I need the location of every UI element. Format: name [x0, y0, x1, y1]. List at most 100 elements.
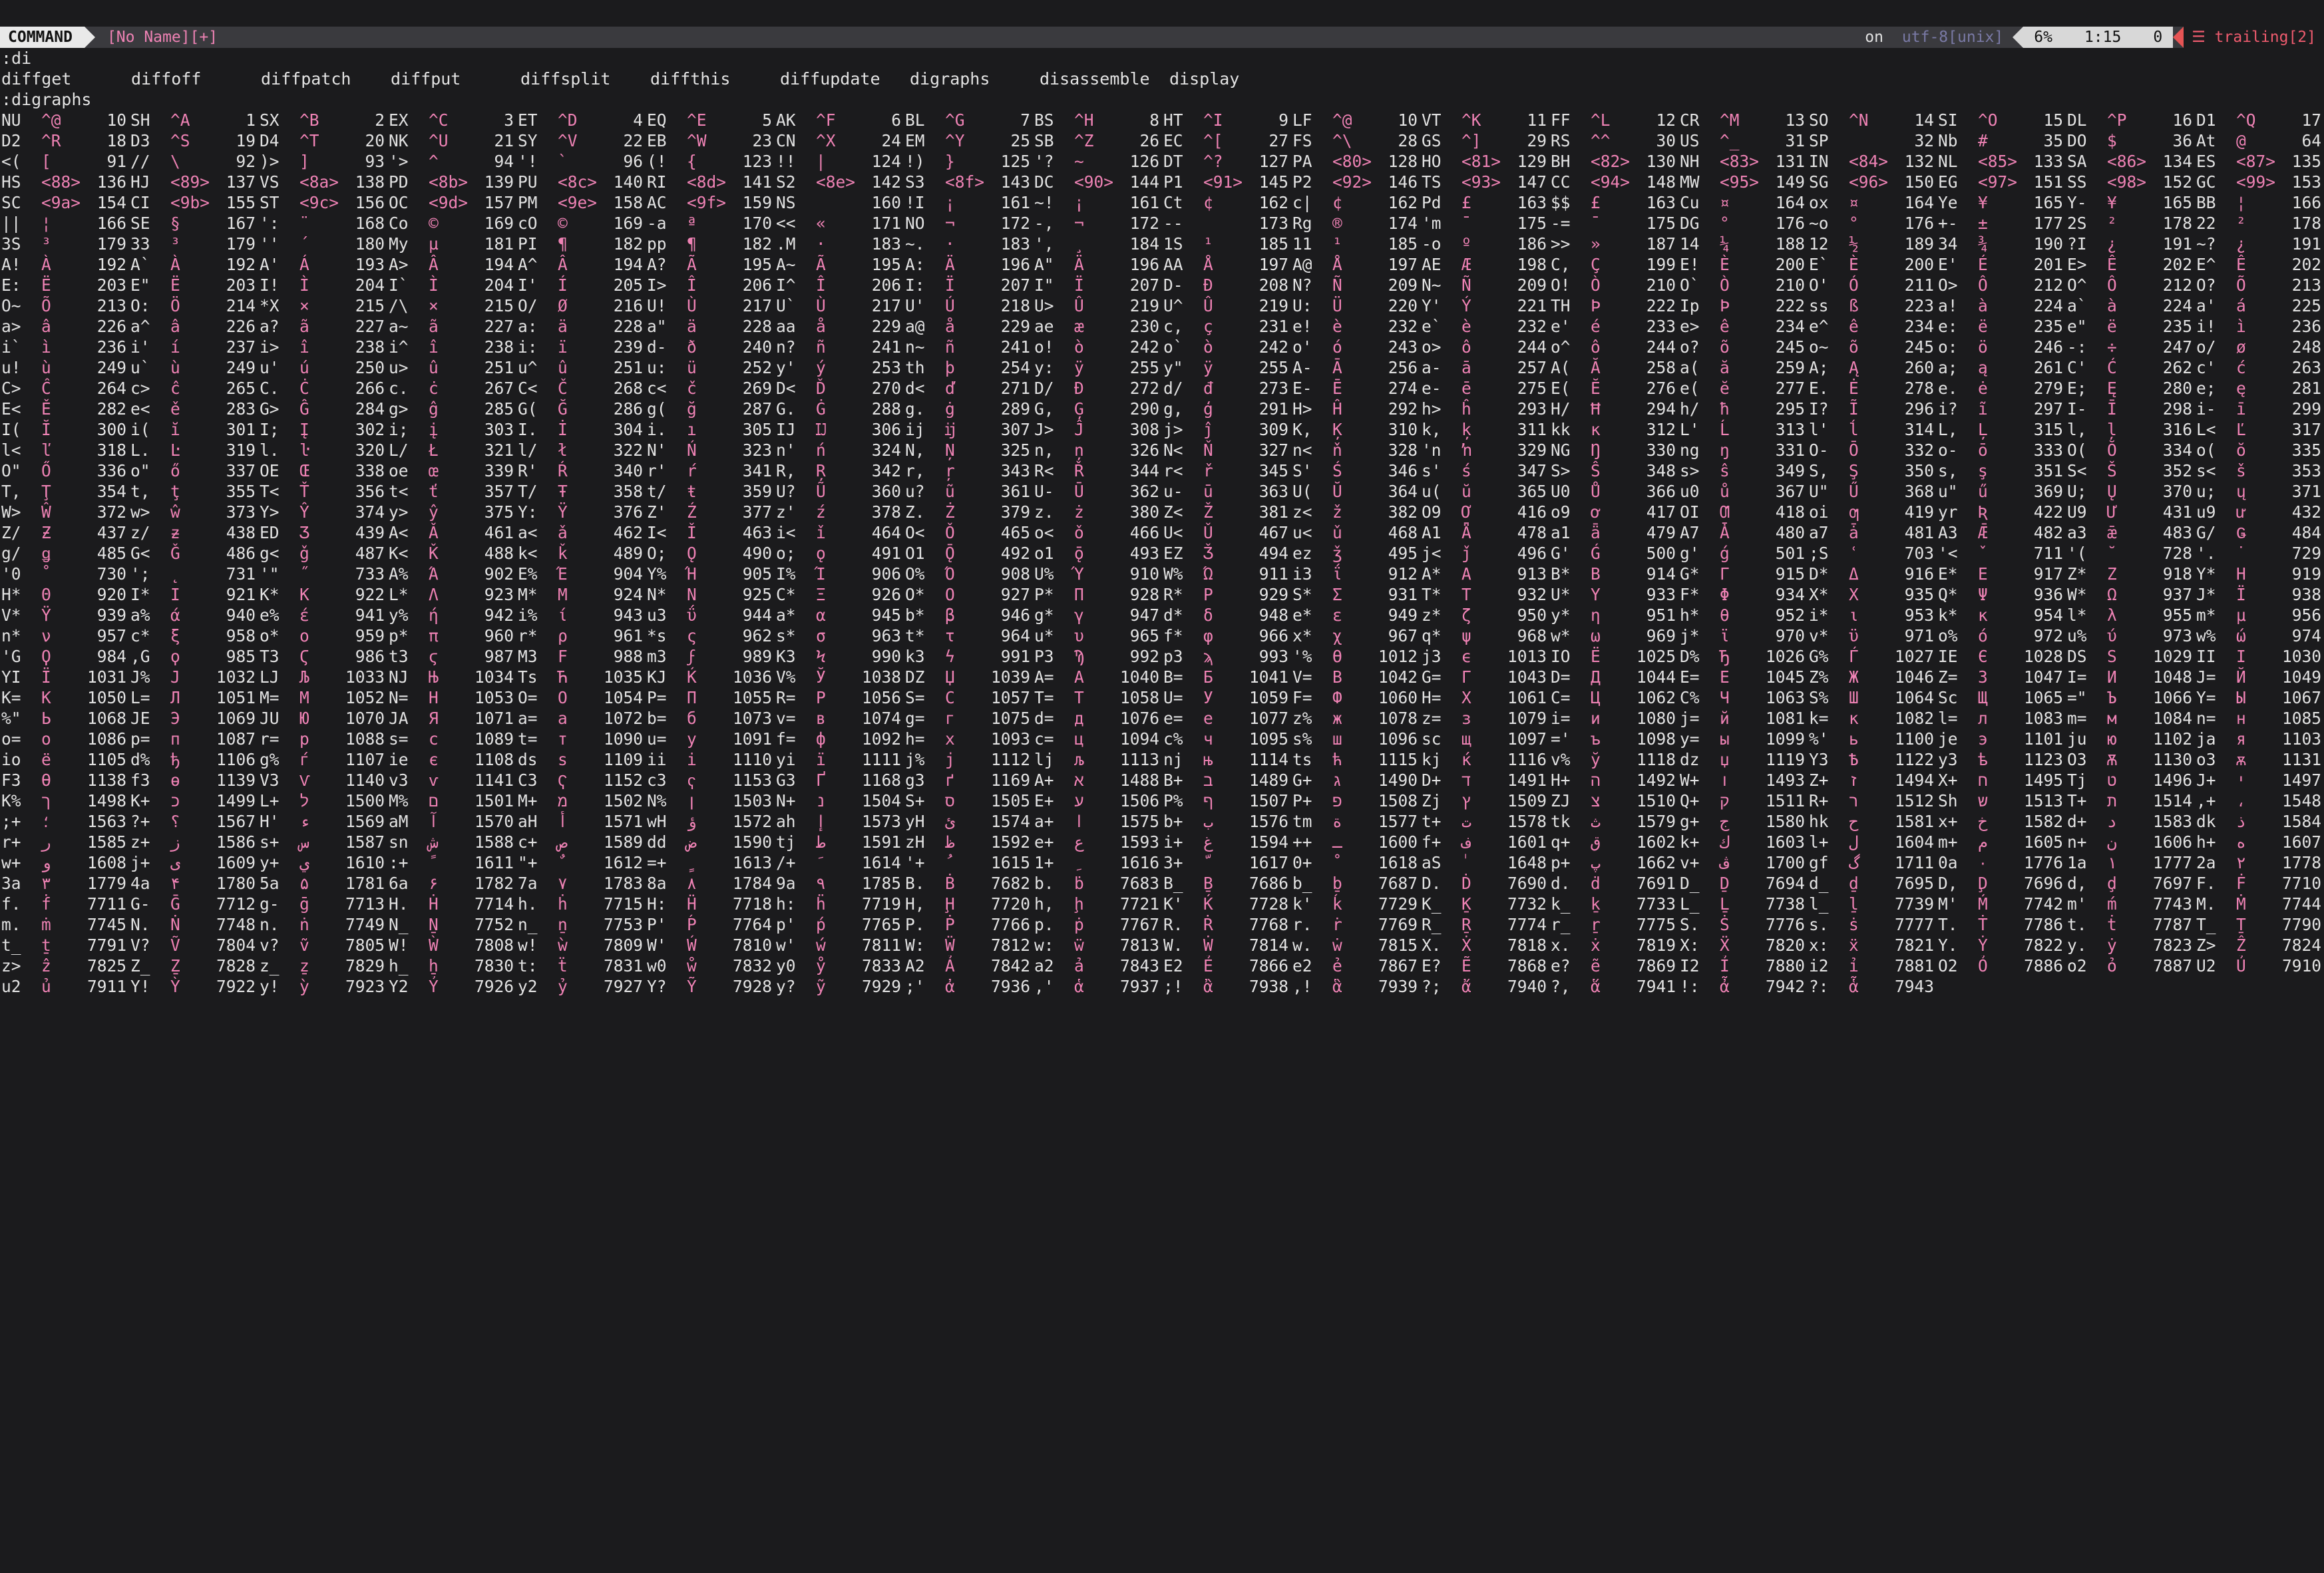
- completion-item[interactable]: diffget: [1, 69, 131, 89]
- digraph-keys: DS: [2067, 647, 2087, 666]
- digraph-entry: je э 1101: [1938, 729, 2067, 749]
- digraph-keys: i2: [1809, 956, 1829, 975]
- digraph-char: Ṯ: [2236, 915, 2246, 934]
- digraph-keys: u': [260, 358, 280, 377]
- digraph-char: ُ: [945, 852, 982, 873]
- digraph-entry: K* Κ 922: [260, 584, 389, 605]
- digraph-keys: ae: [1034, 317, 1054, 336]
- digraph-keys: H/: [1551, 399, 1571, 419]
- digraph-entry: K, Ķ 310: [1292, 419, 1422, 440]
- digraph-char: п: [170, 729, 180, 749]
- digraph-char: Ļ: [1978, 420, 1988, 439]
- digraph-keys: n*: [1, 626, 21, 645]
- digraph-code: 1089: [474, 729, 514, 749]
- digraph-char: Ŗ: [816, 461, 826, 480]
- digraph-entry: a2 ả 7843: [1034, 956, 1163, 976]
- digraph-code: 321: [484, 440, 514, 460]
- digraph-code: 988: [613, 647, 643, 666]
- digraph-char: غ: [1203, 832, 1213, 852]
- digraph-char: <9e>: [558, 193, 598, 212]
- digraph-code: 343: [1000, 461, 1030, 480]
- digraph-entry: V? Ṽ 7804: [130, 935, 260, 956]
- digraph-char: ἃ: [1332, 977, 1342, 996]
- digraph-code: 286: [613, 399, 643, 419]
- digraph-char: š: [2236, 461, 2246, 480]
- completion-item[interactable]: diffsplit: [520, 69, 650, 89]
- digraph-entry: -o º 186: [1422, 234, 1551, 254]
- digraph-char: ĵ: [1203, 420, 1213, 439]
- digraph-char: Ǭ: [945, 544, 955, 563]
- digraph-code: 126: [1129, 152, 1159, 171]
- completion-item[interactable]: disassemble: [1040, 69, 1169, 89]
- digraph-char: Ѓ: [1849, 647, 1859, 666]
- digraph-entry: f= ф 1092: [776, 729, 905, 749]
- digraph-keys: i;: [389, 420, 409, 439]
- digraph-keys: N': [647, 440, 667, 460]
- completion-item[interactable]: diffthis: [650, 69, 780, 89]
- digraph-entry: g% ѓ 1107: [260, 749, 389, 770]
- digraph-char: ý: [816, 358, 826, 377]
- digraph-code: 912: [1388, 564, 1418, 584]
- digraph-keys: O1: [905, 544, 925, 563]
- digraph-code: 1570: [474, 812, 514, 831]
- command-line[interactable]: :di: [0, 48, 2324, 69]
- digraph-keys: MW: [1680, 172, 1700, 192]
- digraph-char: ĩ: [1978, 399, 1988, 419]
- digraph-entry: C, Ç 199: [1551, 254, 1680, 275]
- completion-item[interactable]: diffoff: [131, 69, 261, 89]
- digraph-char: Ã: [687, 255, 697, 274]
- digraph-entry: c+ ص 1589: [518, 832, 647, 852]
- digraph-entry: B_ Ḇ 7686: [1163, 873, 1292, 894]
- digraph-char: Þ: [1591, 296, 1601, 315]
- digraph-char: <90>: [1074, 172, 1114, 192]
- digraph-char: Ā: [1332, 358, 1342, 377]
- digraph-code: 7833: [861, 956, 901, 975]
- digraph-code: 238: [355, 337, 385, 357]
- digraph-code: 492: [1000, 544, 1030, 563]
- digraph-entry: aH أ 1571: [518, 811, 647, 832]
- digraph-entry: O! Ò 210: [1551, 275, 1680, 295]
- digraph-code: 169: [484, 214, 514, 233]
- digraph-keys: CN: [776, 131, 796, 150]
- digraph-code: 228: [742, 317, 772, 336]
- digraph-char: ů: [1720, 482, 1730, 501]
- digraph-entry: w0 ẘ 7832: [647, 956, 776, 976]
- digraph-code: 312: [1646, 420, 1676, 439]
- digraph-code: 485: [97, 544, 126, 563]
- completion-item[interactable]: diffpatch: [261, 69, 391, 89]
- digraph-code: 489: [613, 544, 643, 563]
- digraph-code: 366: [1646, 482, 1676, 501]
- digraph-entry: Z> Ẑ 7824: [2196, 935, 2324, 956]
- digraph-keys: e%: [260, 606, 280, 625]
- digraph-char: ķ: [1461, 420, 1471, 439]
- digraph-entry: sn ش 1588: [389, 832, 518, 852]
- digraph-keys: e+: [1034, 832, 1054, 852]
- digraph-char: ΰ: [687, 606, 697, 625]
- digraph-code: 7842: [990, 956, 1030, 975]
- digraph-char: ǟ: [1591, 523, 1601, 542]
- completion-item[interactable]: digraphs: [910, 69, 1040, 89]
- digraph-char: Ø: [558, 296, 568, 315]
- digraph-char: é: [1591, 317, 1601, 336]
- completion-item[interactable]: diffupdate: [780, 69, 910, 89]
- digraph-code: 369: [2033, 482, 2063, 501]
- digraph-code: 322: [613, 440, 643, 460]
- digraph-keys: x.: [1551, 936, 1571, 955]
- digraph-code: 307: [1000, 420, 1030, 439]
- digraph-code: 356: [355, 482, 385, 501]
- digraph-code: 964: [1000, 626, 1030, 645]
- completion-item[interactable]: display: [1169, 69, 1299, 89]
- digraph-entry: Y? Ỹ 7928: [647, 976, 776, 997]
- completion-item[interactable]: diffput: [391, 69, 520, 89]
- digraph-entry: u? ũ 361: [905, 481, 1034, 502]
- digraph-entry: a@ å 229: [905, 316, 1034, 337]
- digraph-entry: J* Ϊ 938: [2196, 584, 2324, 605]
- digraph-char: ۳: [41, 874, 51, 893]
- digraph-code: 1043: [1507, 667, 1547, 687]
- digraph-char: ^U: [429, 131, 449, 150]
- digraph-code: 974: [2291, 626, 2321, 645]
- digraph-entry: SE § 167: [130, 213, 260, 234]
- digraph-keys: S.: [1680, 915, 1700, 934]
- digraph-entry: T3 Ϛ 986: [260, 646, 389, 667]
- digraph-code: 7743: [2152, 894, 2192, 914]
